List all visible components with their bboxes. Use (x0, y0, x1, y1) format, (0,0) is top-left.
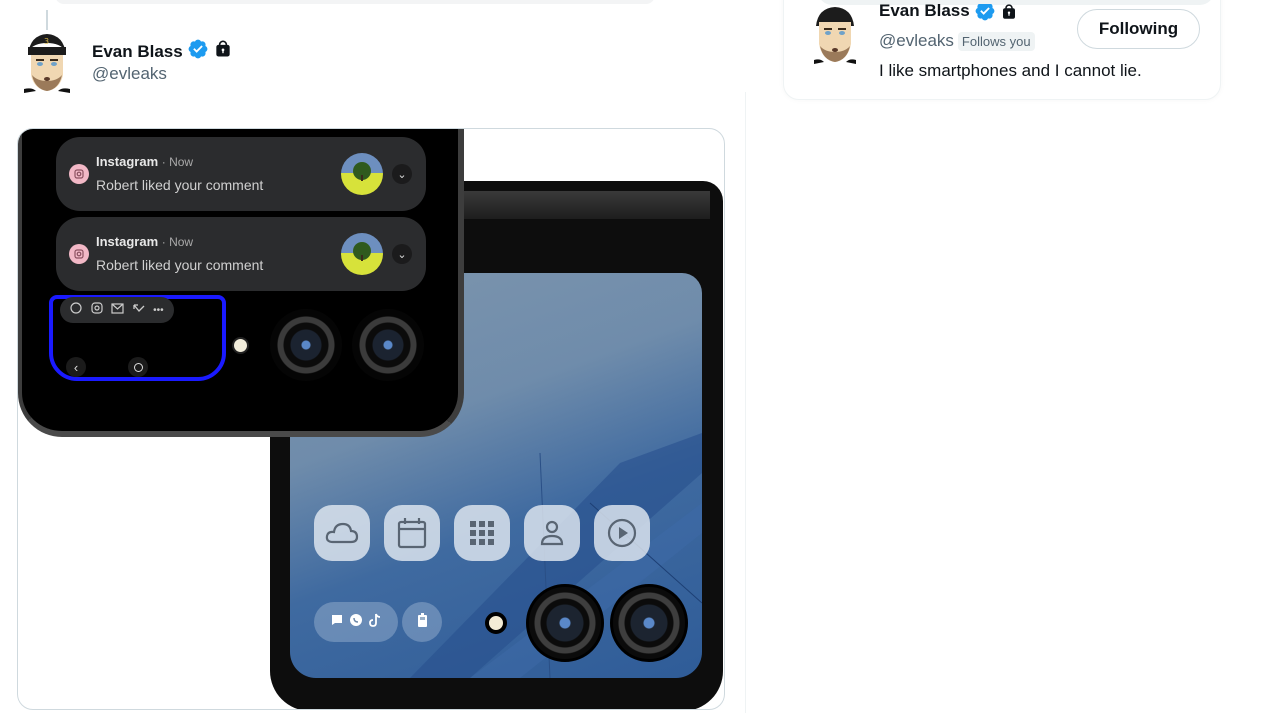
top-camera-lens-1 (270, 309, 342, 381)
more-icon: ••• (153, 304, 164, 316)
expand-chevron-icon[interactable]: ⌄ (392, 244, 412, 264)
instagram-icon (69, 164, 89, 184)
tiktok-icon (369, 613, 381, 632)
flash-led (485, 612, 507, 634)
protected-lock-icon (213, 39, 233, 64)
notification-title: Instagram · Now (96, 154, 194, 169)
person-icon[interactable] (524, 505, 580, 561)
apps-grid-icon[interactable] (454, 505, 510, 561)
tree-thumbnail (341, 153, 383, 195)
message-icon (331, 613, 343, 631)
hover-card-name[interactable]: Evan Blass (879, 4, 970, 21)
calendar-icon[interactable] (384, 505, 440, 561)
back-icon[interactable]: ‹ (66, 357, 86, 377)
thread-connector-line (46, 10, 48, 30)
hover-card-bio: I like smartphones and I cannot lie. (879, 61, 1142, 80)
top-faded-bar (55, 0, 655, 4)
camera-lens-1 (526, 584, 604, 662)
top-camera-lens-2 (352, 309, 424, 381)
whatsapp-icon (349, 613, 363, 632)
missed-call-icon (133, 301, 145, 319)
cartoon-avatar-icon: 3 (22, 34, 72, 93)
cartoon-avatar-icon (814, 7, 856, 64)
play-icon[interactable] (594, 505, 650, 561)
hover-card-name-row: Evan Blass (879, 4, 1018, 26)
notification-body: Robert liked your comment (96, 177, 264, 193)
battery-icon (417, 612, 427, 632)
shortcut-bar[interactable]: ••• (60, 297, 174, 323)
hover-card-handle-row: @evleaks Follows you (879, 31, 1035, 51)
follows-you-badge: Follows you (957, 31, 1035, 51)
tree-thumbnail (341, 233, 383, 275)
camera-lens-2 (610, 584, 688, 662)
tweet-media-image[interactable]: Instagram · Now Robert liked your commen… (17, 128, 725, 710)
verified-badge-icon[interactable] (187, 38, 209, 65)
verified-badge-icon[interactable] (974, 4, 996, 26)
mail-icon (111, 301, 124, 319)
author-handle[interactable]: @evleaks (92, 64, 167, 84)
notification-body: Robert liked your comment (96, 257, 264, 273)
battery-pill[interactable] (402, 602, 442, 642)
hover-card-handle[interactable]: @evleaks (879, 31, 954, 51)
home-icon[interactable] (128, 357, 148, 377)
hover-card-avatar[interactable] (810, 6, 860, 64)
top-flash-led (232, 337, 249, 354)
cloud-icon[interactable] (314, 505, 370, 561)
author-name-row: Evan Blass (92, 38, 233, 65)
notification-card-2[interactable]: Instagram · Now Robert liked your commen… (56, 217, 426, 291)
following-button[interactable]: Following (1077, 9, 1200, 49)
protected-lock-icon (1000, 4, 1018, 26)
whatsapp-icon (70, 301, 82, 319)
notification-card-1[interactable]: Instagram · Now Robert liked your commen… (56, 137, 426, 211)
svg-text:3: 3 (44, 37, 49, 46)
author-avatar[interactable]: 3 (22, 31, 72, 93)
expand-chevron-icon[interactable]: ⌄ (392, 164, 412, 184)
author-name[interactable]: Evan Blass (92, 42, 183, 62)
instagram-icon (69, 244, 89, 264)
instagram-icon (91, 301, 103, 319)
column-divider (745, 92, 746, 713)
notification-title: Instagram · Now (96, 234, 194, 249)
notification-pill[interactable] (314, 602, 398, 642)
